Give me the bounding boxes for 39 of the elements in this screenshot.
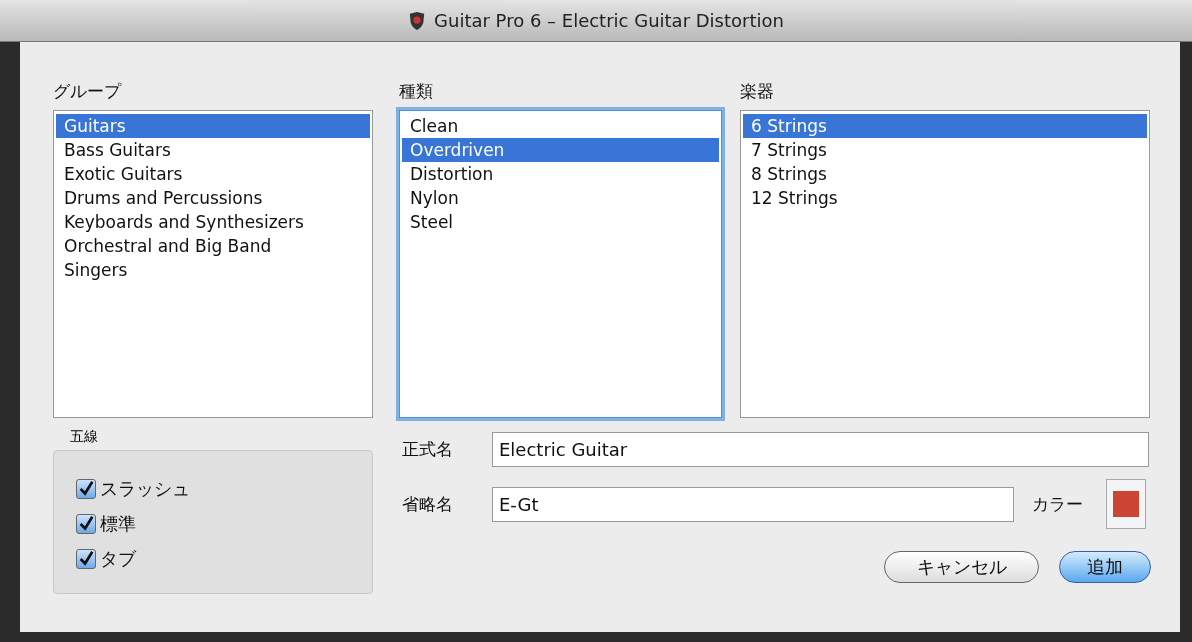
list-box[interactable]: Guitars Bass Guitars Exotic Guitars Drums and Percussions Keyboards and Synthesizers Orchestral and Big Band Singers (53, 110, 373, 418)
checkbox[interactable] (76, 548, 96, 569)
list-item[interactable]: Overdriven (402, 138, 719, 162)
checkbox-label: スラッシュ (100, 476, 190, 501)
list-item[interactable]: Keyboards and Synthesizers (56, 210, 370, 234)
list-heading: グループ (53, 80, 121, 103)
list-item[interactable]: 12 Strings (743, 186, 1147, 210)
color-swatch[interactable] (1106, 479, 1146, 529)
list-item[interactable]: Clean (402, 114, 719, 138)
list-item[interactable]: Distortion (402, 162, 719, 186)
input-field[interactable]: Electric Guitar (492, 432, 1149, 467)
list-item[interactable]: 8 Strings (743, 162, 1147, 186)
group-label: 五線 (70, 428, 98, 446)
window-title: Guitar Pro 6 – Electric Guitar Distortion (434, 10, 784, 31)
checkbox[interactable] (76, 513, 96, 534)
shield-icon (408, 10, 427, 31)
list-item[interactable]: Exotic Guitars (56, 162, 370, 186)
list-heading: 種類 (399, 80, 433, 103)
list-item[interactable]: Nylon (402, 186, 719, 210)
list-item[interactable]: Drums and Percussions (56, 186, 370, 210)
dialog-button[interactable]: キャンセル (884, 551, 1039, 583)
checkbox-label: タブ (100, 546, 136, 571)
checkbox-label: 標準 (100, 511, 136, 536)
list-box[interactable]: Clean Overdriven Distortion Nylon Steel (399, 110, 722, 418)
color-label: カラー (1032, 492, 1084, 516)
list-item[interactable]: Bass Guitars (56, 138, 370, 162)
list-box[interactable]: 6 Strings 7 Strings 8 Strings 12 Strings (740, 110, 1150, 418)
list-item[interactable]: Orchestral and Big Band (56, 234, 370, 258)
list-item[interactable]: Guitars (56, 114, 370, 138)
list-item[interactable]: Steel (402, 210, 719, 234)
checkbox[interactable] (76, 478, 96, 499)
field-label: 正式名 (401, 438, 454, 461)
field-label: 省略名 (401, 492, 454, 516)
dialog-button[interactable]: 追加 (1059, 551, 1151, 583)
list-item[interactable]: 6 Strings (743, 114, 1147, 138)
list-item[interactable]: 7 Strings (743, 138, 1147, 162)
input-field[interactable]: E-Gt (492, 486, 1014, 522)
list-heading: 楽器 (740, 80, 774, 103)
list-item[interactable]: Singers (56, 258, 370, 282)
